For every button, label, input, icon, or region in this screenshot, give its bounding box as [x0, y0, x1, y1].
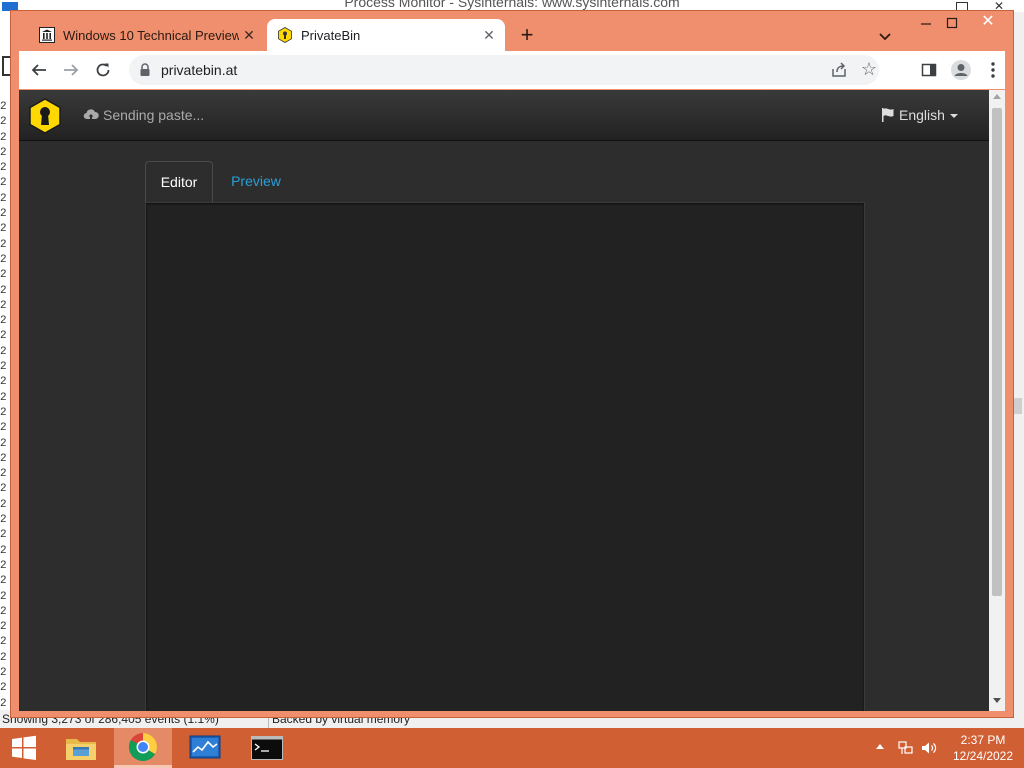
close-tab-icon[interactable]: ✕ — [239, 25, 259, 45]
command-prompt-icon[interactable] — [238, 728, 296, 768]
new-tab-button[interactable]: + — [515, 24, 539, 48]
file-explorer-icon[interactable] — [52, 728, 110, 768]
profile-avatar-icon[interactable] — [949, 58, 973, 82]
scroll-up-icon[interactable] — [993, 94, 1001, 99]
browser-toolbar: privatebin.at ☆ — [19, 51, 1005, 89]
page-scrollbar[interactable] — [989, 90, 1005, 711]
flag-icon[interactable] — [881, 107, 895, 123]
windows-start-icon[interactable] — [0, 728, 48, 768]
forward-icon[interactable] — [59, 58, 83, 82]
privatebin-icon — [277, 27, 293, 43]
scroll-down-icon[interactable] — [993, 698, 1001, 703]
lock-icon[interactable] — [139, 63, 151, 77]
minimize-icon[interactable] — [915, 13, 937, 33]
share-icon[interactable] — [829, 60, 849, 80]
caret-down-icon[interactable] — [950, 114, 958, 118]
page-viewport: Sending paste... English Editor Preview — [19, 90, 989, 711]
process-monitor-title: Process Monitor - Sysinternals: www.sysi… — [344, 0, 680, 10]
chrome-window: Windows 10 Technical Preview fo ✕ Privat… — [10, 10, 1014, 718]
tab-preview[interactable]: Preview — [219, 161, 293, 203]
close-tab-icon[interactable]: ✕ — [479, 25, 499, 45]
chrome-icon[interactable] — [114, 728, 172, 768]
privatebin-logo-icon[interactable] — [27, 98, 63, 134]
url-text[interactable]: privatebin.at — [161, 62, 237, 78]
side-panel-icon[interactable] — [917, 58, 941, 82]
show-hidden-icons-icon[interactable] — [876, 744, 884, 749]
clock-date: 12/24/2022 — [952, 749, 1014, 763]
system-clock[interactable]: 2:37 PM 12/24/2022 — [946, 732, 1020, 764]
tab-privatebin[interactable]: PrivateBin ✕ — [267, 19, 505, 51]
process-monitor-scroll-thumb[interactable] — [1014, 398, 1022, 414]
reload-icon[interactable] — [91, 58, 115, 82]
bank-icon — [39, 27, 55, 43]
tab-windows-10-preview[interactable]: Windows 10 Technical Preview fo ✕ — [29, 19, 265, 51]
privatebin-navbar: Sending paste... English — [19, 90, 989, 141]
bookmark-star-icon[interactable]: ☆ — [859, 59, 879, 79]
clock-time: 2:37 PM — [960, 733, 1006, 747]
scroll-thumb[interactable] — [992, 108, 1002, 596]
maximize-icon[interactable] — [941, 13, 963, 33]
cloud-upload-icon — [83, 107, 99, 123]
back-icon[interactable] — [27, 58, 51, 82]
tab-editor[interactable]: Editor — [145, 161, 213, 203]
close-icon[interactable]: ✕ — [973, 11, 1003, 33]
tab-label: PrivateBin — [301, 27, 361, 43]
more-menu-icon[interactable] — [981, 58, 1005, 82]
taskbar: 2:37 PM 12/24/2022 — [0, 728, 1024, 768]
chevron-down-icon[interactable] — [875, 27, 895, 47]
network-icon[interactable] — [898, 740, 914, 756]
address-bar[interactable]: privatebin.at ☆ — [129, 55, 879, 85]
process-monitor-icon[interactable] — [176, 728, 234, 768]
volume-icon[interactable] — [920, 740, 938, 756]
tab-strip: Windows 10 Technical Preview fo ✕ Privat… — [11, 11, 1013, 51]
status-message: Sending paste... — [103, 107, 205, 123]
paste-editor-textarea[interactable] — [145, 202, 865, 711]
tab-label: Windows 10 Technical Preview fo — [63, 27, 239, 43]
language-selector[interactable]: English — [899, 107, 945, 123]
